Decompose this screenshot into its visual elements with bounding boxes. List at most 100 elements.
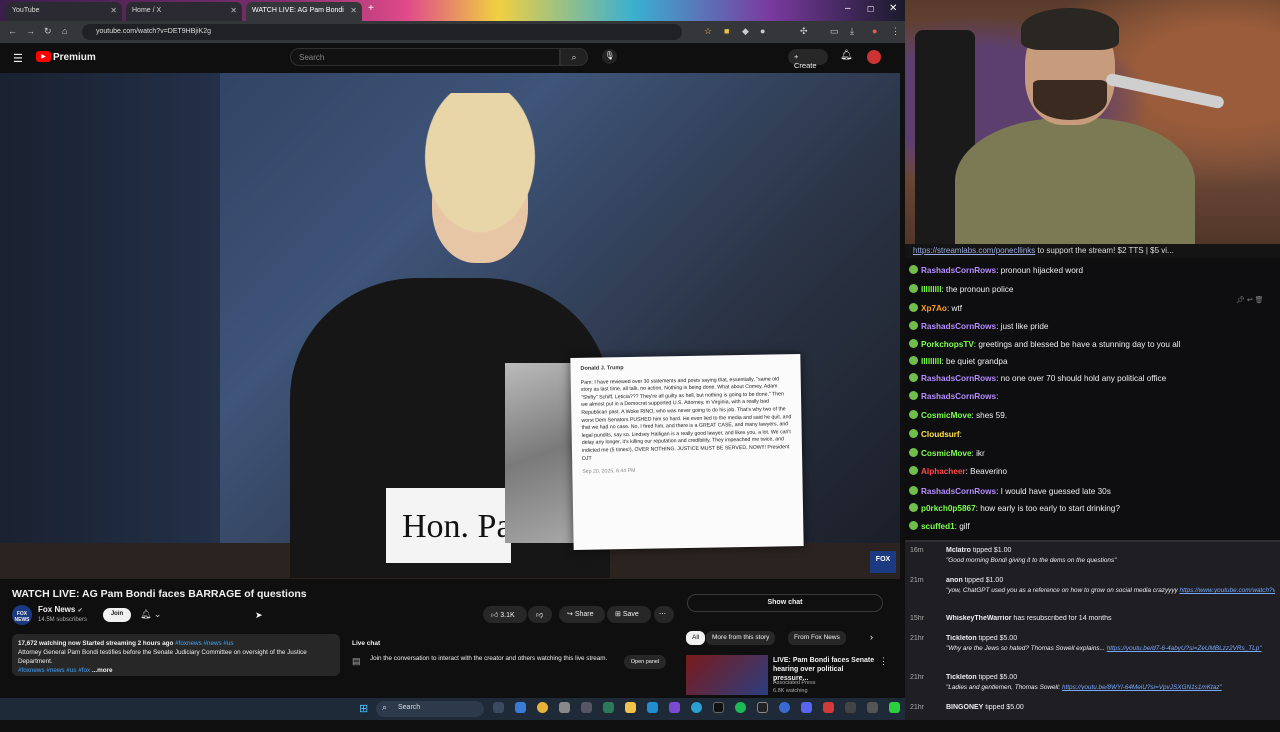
app-icon[interactable] (669, 702, 680, 713)
chat-username[interactable]: Alphacheer (921, 467, 966, 476)
chat-username[interactable]: RashadsCornRows (921, 266, 996, 275)
forward-icon[interactable]: → (26, 26, 35, 36)
app-icon[interactable] (845, 702, 856, 713)
chat-username[interactable]: Cloudsurf (921, 430, 960, 439)
chip-all[interactable]: All (686, 631, 706, 645)
description-more[interactable]: ...more (92, 667, 113, 674)
edge-icon[interactable] (515, 702, 526, 713)
app-icon[interactable] (779, 702, 790, 713)
search-icon[interactable]: ⌕ (560, 48, 588, 66)
open-panel-button[interactable]: Open panel (624, 655, 666, 669)
tab-watch-live[interactable]: WATCH LIVE: AG Pam Bondi ✕ (246, 2, 362, 21)
chat-username[interactable]: CosmicMove (921, 449, 972, 458)
new-tab-icon[interactable]: + (368, 3, 374, 14)
chat-username[interactable]: RashadsCornRows (921, 487, 996, 496)
like-button[interactable]: 👍︎ 3.1K (483, 606, 527, 623)
notifications-bell-icon[interactable]: 🔔︎ (840, 50, 853, 61)
chat-username[interactable]: p0rkch0p5867 (921, 504, 976, 513)
ticker-text: to support the stream! $2 TTS | $5 vi... (1035, 246, 1174, 255)
profile-icon[interactable]: ● (872, 26, 877, 36)
back-icon[interactable]: ← (8, 26, 17, 36)
app-icon[interactable] (823, 702, 834, 713)
tip-name: Mclatro (946, 547, 971, 554)
maximize-icon[interactable]: ☐ (867, 5, 874, 14)
chrome-icon[interactable] (537, 702, 548, 713)
description-tags-end[interactable]: #foxnews #news #us #fox (18, 667, 90, 674)
chat-username[interactable]: RashadsCornRows (921, 392, 996, 401)
tip-link[interactable]: https://www.youtube.com/watch?v=lKydMhgz… (1180, 587, 1275, 594)
browser-window: YouTube ✕ Home / X ✕ WATCH LIVE: AG Pam … (0, 0, 905, 698)
chat-username[interactable]: Xp7Ao (921, 304, 947, 313)
app-icon[interactable] (757, 702, 768, 713)
app-icon[interactable] (647, 702, 658, 713)
app-icon[interactable] (713, 702, 724, 713)
browser-menu-icon[interactable]: ⋮ (891, 26, 900, 37)
dislike-button[interactable]: 👎︎ (528, 606, 552, 623)
close-icon[interactable]: ✕ (350, 6, 357, 15)
ticker-link[interactable]: https://streamlabs.com/ponecllinks (913, 246, 1035, 255)
extension-icon[interactable]: ◆ (742, 26, 749, 37)
close-icon[interactable]: ✕ (110, 6, 117, 15)
more-actions-button[interactable]: ⋯ (654, 606, 674, 623)
window-close-icon[interactable]: ✕ (889, 3, 897, 14)
tab-x-home[interactable]: Home / X ✕ (126, 2, 242, 21)
youtube-logo-icon[interactable]: ▶ (36, 51, 51, 62)
spotify-icon[interactable] (735, 702, 746, 713)
chat-username[interactable]: PorkchopsTV (921, 340, 974, 349)
recommended-channel: Associated Press (773, 680, 816, 686)
bookmark-star-icon[interactable]: ☆ (704, 26, 712, 37)
create-button[interactable]: + Create (788, 49, 828, 70)
more-vert-icon[interactable]: ⋮ (879, 656, 888, 667)
file-explorer-icon[interactable] (625, 702, 636, 713)
chat-username[interactable]: RashadsCornRows (921, 322, 996, 331)
home-icon[interactable]: ⌂ (62, 26, 67, 36)
reload-icon[interactable]: ↻ (44, 26, 52, 37)
join-button[interactable]: Join (103, 608, 131, 622)
chat-username[interactable]: RashadsCornRows (921, 374, 996, 383)
chat-username[interactable]: CosmicMove (921, 411, 972, 420)
discord-icon[interactable] (801, 702, 812, 713)
channel-avatar[interactable]: FOX NEWS (12, 605, 32, 625)
app-icon[interactable] (603, 702, 614, 713)
app-icon[interactable] (581, 702, 592, 713)
chevron-right-icon[interactable]: › (870, 632, 873, 642)
tip-link[interactable]: https://youtu.be/8WYl-64MeiU?si=VpvJSXGN… (1062, 684, 1222, 691)
avatar[interactable] (867, 50, 881, 64)
chat-username[interactable]: scuffed1 (921, 522, 955, 531)
channel-name[interactable]: Fox News ✔ (38, 605, 83, 614)
extension-icon[interactable]: ● (760, 26, 765, 36)
app-icon[interactable] (691, 702, 702, 713)
description-box[interactable]: 17,672 watching now Started streaming 2 … (12, 634, 340, 676)
app-icon[interactable] (889, 702, 900, 713)
minimize-icon[interactable]: – (845, 3, 851, 14)
youtube-premium-logo[interactable]: Premium (53, 52, 96, 63)
taskbar-search-input[interactable]: Search (376, 701, 484, 717)
windows-start-icon[interactable]: ⊞ (359, 702, 368, 715)
extension-icon[interactable]: ■ (724, 26, 729, 36)
recommended-thumbnail[interactable] (686, 655, 768, 695)
url-field[interactable]: youtube.com/watch?v=DET9HBjiK2g (82, 24, 682, 40)
chip-from-fox-news[interactable]: From Fox News (788, 631, 846, 645)
share-button[interactable]: ↪ Share (559, 606, 605, 623)
show-chat-button[interactable]: Show chat (687, 594, 883, 612)
microphone-icon[interactable]: 🎙 (602, 49, 617, 64)
sidebar-icon[interactable]: ▭ (830, 26, 839, 37)
app-icon[interactable] (559, 702, 570, 713)
chat-username[interactable]: lllllllll (921, 357, 941, 366)
tab-youtube[interactable]: YouTube ✕ (6, 2, 122, 21)
app-icon[interactable] (867, 702, 878, 713)
task-view-icon[interactable] (493, 702, 504, 713)
chip-more-from-story[interactable]: More from this story (706, 631, 776, 645)
hamburger-menu-icon[interactable]: ☰ (13, 52, 23, 65)
chat-username[interactable]: lllllllll (921, 285, 941, 294)
save-button[interactable]: ⊞ Save (607, 606, 651, 623)
description-tags[interactable]: #foxnews #news #us (175, 640, 233, 647)
tip-message: "Good morning Bondi giving it to the dem… (946, 557, 1275, 564)
download-icon[interactable]: ⤓ (850, 26, 854, 37)
extensions-puzzle-icon[interactable]: ✣ (800, 26, 808, 37)
tip-link[interactable]: https://youtu.be/d7-6-4abyU?si=ZeUMBLzz2… (1107, 645, 1262, 652)
close-icon[interactable]: ✕ (230, 6, 237, 15)
subscribe-bell-icon[interactable]: 🔔︎ ⌄ (140, 609, 161, 620)
video-player[interactable]: Hon. Pam Donald J. Trump Pam: I have rev… (0, 73, 900, 579)
search-input[interactable]: Search (290, 48, 560, 66)
